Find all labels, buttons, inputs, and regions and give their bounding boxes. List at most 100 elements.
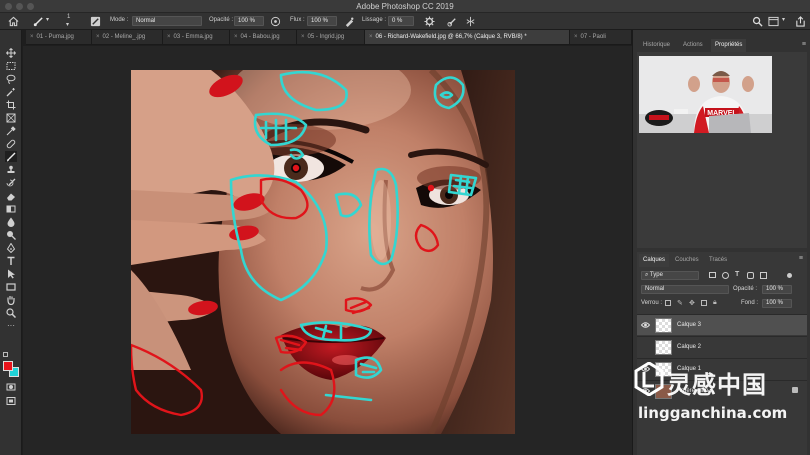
search-icon[interactable] [752, 16, 763, 27]
document-canvas[interactable] [131, 70, 515, 434]
foreground-color-swatch[interactable] [3, 361, 13, 371]
opacity-label: Opacité : [733, 286, 758, 292]
tab-document-05[interactable]: × 05 - Ingrid.jpg [297, 30, 365, 44]
lock-position-icon[interactable]: ✥ [689, 299, 695, 307]
magic-wand-icon [6, 87, 15, 96]
default-colors-icon[interactable] [3, 352, 8, 357]
lasso-tool[interactable] [5, 73, 17, 84]
pressure-size-icon[interactable] [447, 16, 458, 27]
share-icon[interactable] [795, 16, 806, 27]
layer-row[interactable]: Calque 3 [637, 314, 807, 335]
chevron-down-icon[interactable]: ▾ [782, 16, 785, 23]
blend-mode-select[interactable]: Normal [641, 285, 729, 294]
eraser-icon [7, 193, 15, 200]
flow-input[interactable]: 100 % [307, 16, 337, 26]
tab-document-01[interactable]: × 01 - Puma.jpg [26, 30, 92, 44]
options-bar: ▾ 1 ▾ Mode : Normal Opacité : 100 % Flux… [0, 13, 810, 30]
clone-stamp-tool[interactable] [5, 164, 17, 175]
pressure-opacity-icon[interactable] [270, 16, 281, 27]
crop-tool[interactable] [5, 99, 17, 110]
lock-artboard-icon[interactable] [701, 300, 707, 306]
blur-tool[interactable] [5, 216, 17, 227]
layer-filter-select[interactable]: ⌕ Type [641, 271, 699, 280]
lock-pixels-icon[interactable] [665, 300, 671, 306]
tab-document-03[interactable]: × 03 - Emma.jpg [163, 30, 230, 44]
chevron-down-icon[interactable]: ▾ [46, 16, 49, 23]
smoothing-input[interactable]: 0 % [388, 16, 414, 26]
eyedropper-tool[interactable] [5, 125, 17, 136]
filter-toggle[interactable] [787, 273, 792, 278]
magic-wand-tool[interactable] [5, 86, 17, 97]
brush-tool[interactable] [5, 151, 17, 162]
rectangle-tool[interactable] [5, 281, 17, 292]
brush-settings-icon[interactable] [90, 16, 101, 27]
layer-row[interactable]: Calque 2 [637, 336, 807, 357]
zoom-icon [6, 307, 16, 318]
tab-traces[interactable]: Tracés [705, 254, 731, 267]
type-tool[interactable] [5, 255, 17, 266]
history-brush-tool[interactable] [5, 177, 17, 188]
quick-mask-button[interactable] [5, 381, 17, 392]
type-icon [7, 256, 15, 265]
canvas-area[interactable] [23, 46, 632, 455]
filter-shape-icon[interactable] [747, 272, 754, 279]
airbrush-icon[interactable] [344, 16, 355, 27]
eraser-tool[interactable] [5, 190, 17, 201]
close-tab-icon[interactable]: × [167, 34, 171, 40]
tab-document-02[interactable]: × 02 - Meline_.jpg [92, 30, 163, 44]
screen-mode-button[interactable] [5, 395, 17, 406]
drop-icon [7, 217, 15, 227]
hand-icon [7, 295, 15, 305]
layer-fill-input[interactable]: 100 % [762, 299, 792, 308]
home-icon[interactable] [8, 16, 19, 27]
symmetry-icon[interactable] [465, 16, 476, 27]
eye-icon[interactable] [641, 321, 650, 329]
tab-label: 03 - Emma.jpg [173, 34, 213, 40]
close-tab-icon[interactable]: × [234, 34, 238, 40]
healing-brush-tool[interactable] [5, 138, 17, 149]
document-tab-bar: × 01 - Puma.jpg × 02 - Meline_.jpg × 03 - E… [26, 30, 632, 45]
panel-menu-icon[interactable]: ≡ [802, 41, 806, 48]
move-tool[interactable] [5, 47, 17, 58]
filter-smart-object-icon[interactable] [760, 272, 767, 279]
panel-menu-icon[interactable]: ≡ [799, 255, 803, 262]
zoom-tool[interactable] [5, 307, 17, 318]
stamp-icon [7, 165, 15, 173]
close-tab-icon[interactable]: × [30, 34, 34, 40]
gradient-tool[interactable] [5, 203, 17, 214]
dodge-tool[interactable] [5, 229, 17, 240]
brush-preset-icon[interactable] [33, 16, 44, 27]
tab-document-07[interactable]: × 07 - Paoli [570, 30, 632, 44]
filter-type-icon[interactable]: T [735, 271, 739, 278]
opacity-label: Opacité : [209, 17, 234, 23]
close-tab-icon[interactable]: × [301, 34, 305, 40]
filter-adjustment-icon[interactable] [722, 272, 729, 279]
tab-historique[interactable]: Historique [639, 39, 674, 52]
mode-select[interactable]: Normal [132, 16, 202, 26]
filter-pixel-icon[interactable] [709, 272, 716, 278]
window-title: Adobe Photoshop CC 2019 [356, 2, 454, 11]
chevron-down-icon[interactable]: ▾ [66, 21, 69, 28]
more-tools[interactable]: ··· [5, 320, 17, 331]
tab-document-06[interactable]: × 06 - Richard-Wakefield.jpg @ 66,7% (Cal… [365, 30, 570, 44]
gear-icon[interactable] [424, 16, 435, 27]
layer-opacity-input[interactable]: 100 % [762, 285, 792, 294]
tab-actions[interactable]: Actions [679, 39, 707, 52]
pen-tool[interactable] [5, 242, 17, 253]
hand-tool[interactable] [5, 294, 17, 305]
tab-proprietes[interactable]: Propriétés [711, 39, 747, 52]
opacity-input[interactable]: 100 % [234, 16, 264, 26]
workspace-icon[interactable] [768, 16, 779, 27]
marquee-tool[interactable] [5, 60, 17, 71]
lock-paint-icon[interactable]: ✎ [677, 299, 683, 307]
close-tab-icon[interactable]: × [369, 34, 373, 40]
tab-document-04[interactable]: × 04 - Babou.jpg [230, 30, 297, 44]
close-tab-icon[interactable]: × [96, 34, 100, 40]
path-selection-tool[interactable] [5, 268, 17, 279]
lock-all-icon[interactable]: 🔒︎ [713, 299, 717, 307]
tab-couches[interactable]: Couches [671, 254, 703, 267]
history-brush-icon [6, 178, 16, 186]
frame-tool[interactable] [5, 112, 17, 123]
tab-calques[interactable]: Calques [639, 254, 670, 267]
close-tab-icon[interactable]: × [574, 34, 578, 40]
